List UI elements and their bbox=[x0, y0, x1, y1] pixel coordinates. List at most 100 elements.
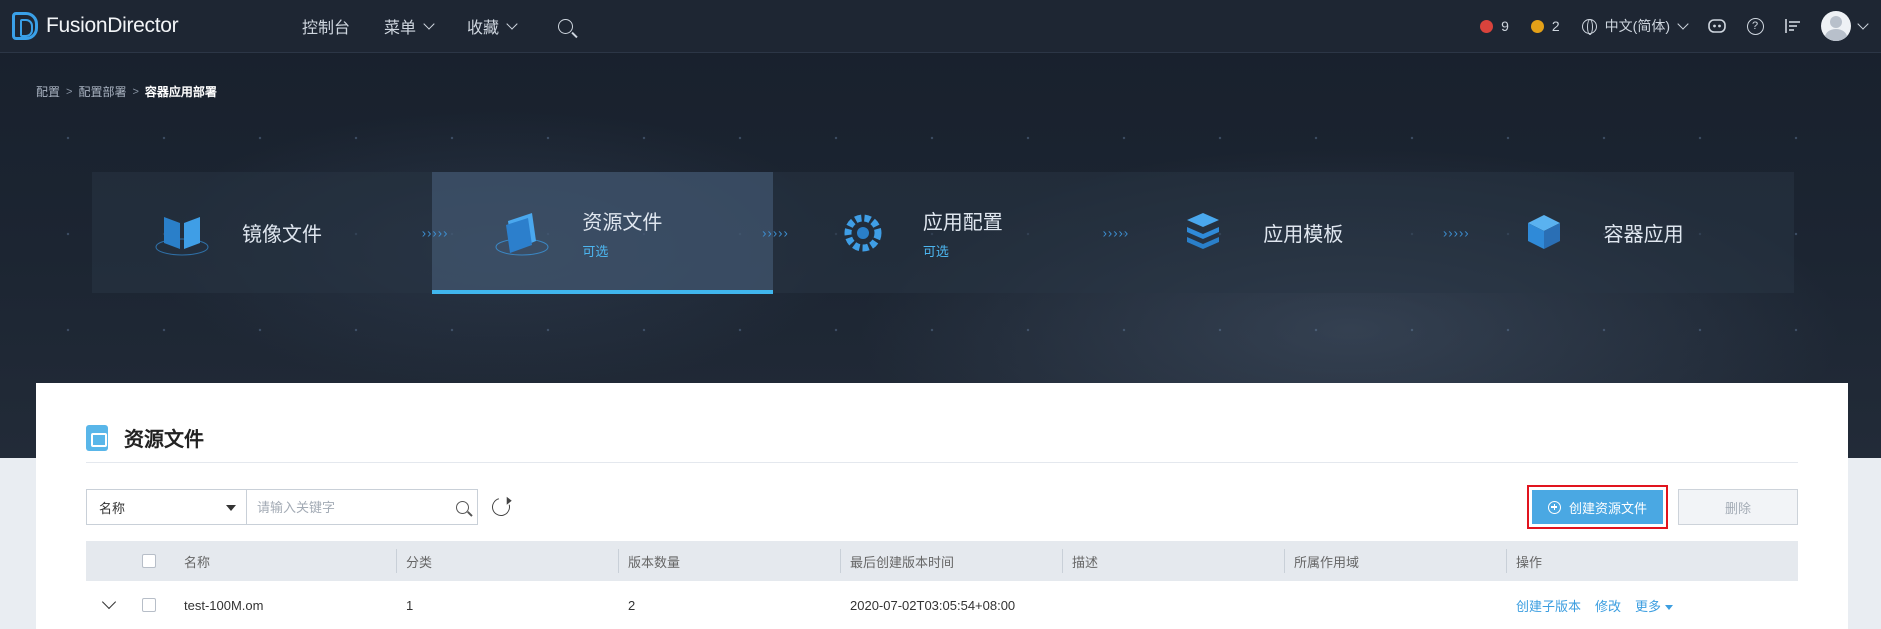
deploy-steps: 镜像文件 ››››› 资源文件 可选 ››››› 应用配置 可选 ››››› 应… bbox=[92, 172, 1794, 294]
cell-versions: 2 bbox=[618, 581, 840, 629]
mirror-file-icon bbox=[152, 203, 212, 263]
resource-file-icon bbox=[86, 424, 108, 451]
table-row: test-100M.om 1 2 2020-07-02T03:05:54+08:… bbox=[86, 581, 1798, 629]
step-optional-label: 可选 bbox=[582, 243, 609, 259]
action-buttons: 创建资源文件 删除 bbox=[1527, 485, 1798, 529]
help-icon[interactable]: ? bbox=[1745, 16, 1765, 36]
resource-file-card: 资源文件 名称 创建资源文件 删除 名称 分类 bbox=[36, 383, 1848, 629]
row-checkbox[interactable] bbox=[142, 598, 156, 612]
step-arrows-icon: ››››› bbox=[1102, 225, 1130, 240]
critical-alarm-count: 9 bbox=[1501, 18, 1509, 34]
column-header-actions: 操作 bbox=[1506, 541, 1798, 581]
step-arrows-icon: ››››› bbox=[1442, 225, 1470, 240]
filter-field-select[interactable]: 名称 bbox=[87, 490, 247, 524]
step-arrows-icon: ››››› bbox=[762, 225, 789, 240]
cell-description bbox=[1062, 581, 1284, 629]
column-description-label: 描述 bbox=[1072, 554, 1099, 570]
select-all-checkbox[interactable] bbox=[142, 554, 156, 568]
critical-alarm[interactable]: 9 bbox=[1480, 18, 1509, 34]
column-last-created-label: 最后创建版本时间 bbox=[850, 554, 955, 570]
cell-last-created: 2020-07-02T03:05:54+08:00 bbox=[840, 581, 1062, 629]
list-glyph bbox=[1785, 19, 1800, 33]
app-logo[interactable]: FusionDirector bbox=[12, 12, 302, 40]
chat-robot-icon[interactable] bbox=[1707, 16, 1727, 36]
search-icon[interactable] bbox=[558, 18, 574, 34]
column-header-versions[interactable]: 版本数量 bbox=[618, 541, 840, 581]
delete-button-label: 删除 bbox=[1724, 500, 1751, 516]
chevron-down-icon bbox=[1677, 17, 1689, 30]
modify-link[interactable]: 修改 bbox=[1595, 596, 1621, 615]
column-header-last-created[interactable]: 最后创建版本时间 bbox=[840, 541, 1062, 581]
create-resource-file-button[interactable]: 创建资源文件 bbox=[1532, 490, 1663, 524]
search-icon bbox=[455, 500, 469, 514]
critical-alarm-icon bbox=[1480, 19, 1494, 33]
step-title: 资源文件 bbox=[582, 211, 663, 234]
caret-down-icon bbox=[1665, 604, 1674, 610]
column-scope-label: 所属作用域 bbox=[1294, 554, 1360, 570]
breadcrumb-config-deploy[interactable]: 配置部署 bbox=[78, 83, 126, 100]
user-avatar[interactable] bbox=[1821, 11, 1851, 41]
plus-circle-icon bbox=[1547, 500, 1561, 514]
main-nav: 控制台 菜单 收藏 bbox=[302, 14, 574, 38]
select-all-cell bbox=[142, 541, 174, 581]
column-versions-label: 版本数量 bbox=[628, 554, 681, 570]
column-header-scope: 所属作用域 bbox=[1284, 541, 1506, 581]
app-name: FusionDirector bbox=[46, 14, 179, 37]
file-name: test-100M.om bbox=[184, 597, 264, 613]
top-bar: FusionDirector 控制台 菜单 收藏 9 2 中文(简体) ? bbox=[0, 0, 1881, 53]
column-header-name[interactable]: 名称 bbox=[174, 541, 396, 581]
card-title: 资源文件 bbox=[124, 429, 204, 451]
step-app-config[interactable]: 应用配置 可选 ››››› bbox=[773, 172, 1128, 293]
column-category-label: 分类 bbox=[406, 554, 433, 570]
chevron-down-icon bbox=[423, 17, 435, 30]
step-container-app[interactable]: 容器应用 bbox=[1454, 172, 1794, 293]
refresh-icon[interactable] bbox=[488, 494, 514, 520]
delete-button[interactable]: 删除 bbox=[1678, 489, 1798, 525]
nav-menu[interactable]: 菜单 bbox=[384, 14, 435, 38]
select-cell bbox=[142, 581, 174, 629]
major-alarm[interactable]: 2 bbox=[1530, 18, 1560, 34]
nav-menu-label: 菜单 bbox=[384, 20, 417, 37]
resource-file-table: 名称 分类 版本数量 最后创建版本时间 描述 所属作用域 操作 test-100… bbox=[86, 541, 1798, 629]
cell-actions: 创建子版本 修改 更多 bbox=[1506, 581, 1798, 629]
search-input[interactable] bbox=[247, 490, 447, 524]
card-header: 资源文件 bbox=[86, 413, 1798, 463]
step-title: 容器应用 bbox=[1603, 224, 1684, 246]
breadcrumb: 配置 > 配置部署 > 容器应用部署 bbox=[36, 83, 217, 100]
create-sub-version-link[interactable]: 创建子版本 bbox=[1516, 596, 1581, 615]
step-resource-file[interactable]: 资源文件 可选 ››››› bbox=[432, 172, 788, 294]
breadcrumb-current: 容器应用部署 bbox=[144, 85, 217, 99]
expand-column-header bbox=[86, 541, 142, 581]
breadcrumb-config[interactable]: 配置 bbox=[36, 83, 60, 100]
step-mirror-file[interactable]: 镜像文件 ››››› bbox=[92, 172, 447, 293]
table-toolbar: 名称 创建资源文件 删除 bbox=[86, 485, 1798, 529]
step-optional-label: 可选 bbox=[922, 243, 949, 259]
nav-favorites[interactable]: 收藏 bbox=[467, 14, 518, 38]
step-title: 镜像文件 bbox=[242, 224, 322, 246]
top-right-tools: 9 2 中文(简体) ? bbox=[1480, 11, 1869, 41]
more-dropdown[interactable]: 更多 bbox=[1635, 596, 1674, 615]
task-list-icon[interactable] bbox=[1783, 16, 1803, 36]
search-filter: 名称 bbox=[86, 489, 478, 525]
column-header-description: 描述 bbox=[1062, 541, 1284, 581]
breadcrumb-separator-icon: > bbox=[132, 85, 139, 98]
table-header: 名称 分类 版本数量 最后创建版本时间 描述 所属作用域 操作 bbox=[86, 541, 1798, 581]
create-button-label: 创建资源文件 bbox=[1568, 500, 1647, 516]
cell-scope bbox=[1284, 581, 1506, 629]
more-label: 更多 bbox=[1635, 598, 1662, 614]
cell-name: test-100M.om bbox=[174, 581, 396, 629]
nav-console[interactable]: 控制台 bbox=[302, 14, 350, 38]
cube-icon bbox=[1514, 203, 1574, 263]
highlight-box: 创建资源文件 bbox=[1527, 485, 1668, 529]
language-selector[interactable]: 中文(简体) bbox=[1581, 16, 1689, 36]
expand-row-icon[interactable] bbox=[101, 594, 117, 610]
filter-field-value: 名称 bbox=[99, 500, 126, 516]
chevron-down-icon[interactable] bbox=[1857, 17, 1869, 30]
column-actions-label: 操作 bbox=[1516, 554, 1543, 570]
step-app-template[interactable]: 应用模板 ››››› bbox=[1113, 172, 1469, 293]
column-header-category[interactable]: 分类 bbox=[396, 541, 618, 581]
stack-layers-icon bbox=[1173, 203, 1233, 263]
step-title: 应用配置 bbox=[922, 211, 1003, 234]
chat-robot-glyph bbox=[1708, 19, 1726, 33]
search-button[interactable] bbox=[447, 490, 477, 524]
